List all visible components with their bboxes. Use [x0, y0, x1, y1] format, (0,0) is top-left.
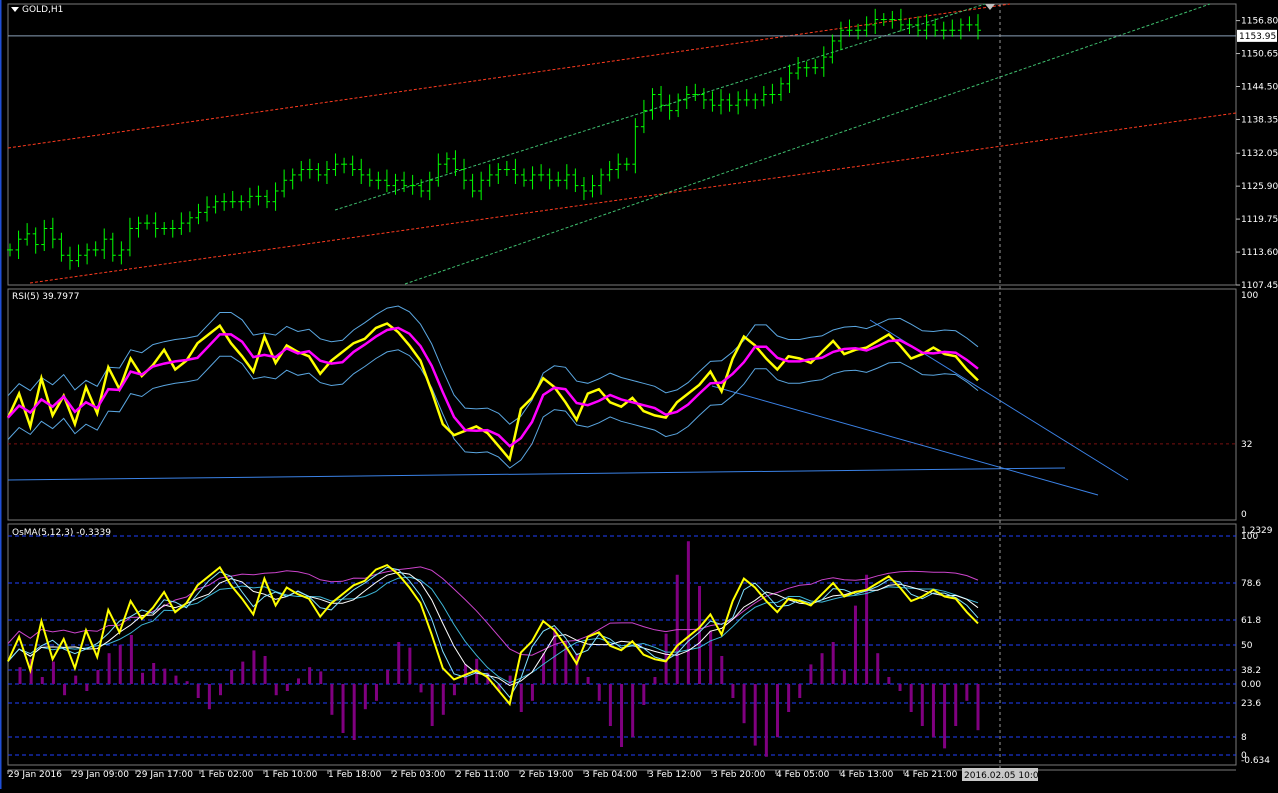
rsi-panel-label: RSI(5) 39.7977: [12, 292, 80, 302]
osma-tick-label: 61.8: [1241, 616, 1261, 626]
time-tick-label: 1 Feb 02:00: [200, 770, 254, 780]
osma-tick-label: 8: [1241, 733, 1247, 743]
time-tick-label: 3 Feb 04:00: [584, 770, 638, 780]
osma-tick-label: 78.6: [1241, 579, 1261, 589]
price-tick-label: 1119.75: [1241, 215, 1278, 225]
price-tick-label: 1125.90: [1241, 182, 1278, 192]
osma-tick-label: 0.00: [1241, 680, 1261, 690]
time-tick-label: 1 Feb 10:00: [264, 770, 318, 780]
osma-tick-label: -0.634: [1241, 756, 1270, 766]
time-tick-label: 4 Feb 05:00: [776, 770, 830, 780]
price-tick-label: 1113.60: [1241, 248, 1278, 258]
time-tick-label: 4 Feb 21:00: [904, 770, 958, 780]
cursor-time-label: 2016.02.05 10:00: [964, 771, 1045, 781]
time-tick-label: 3 Feb 12:00: [648, 770, 702, 780]
time-tick-label: 3 Feb 20:00: [712, 770, 766, 780]
current-price-label: 1153.95: [1239, 32, 1276, 42]
price-tick-label: 1107.45: [1241, 281, 1278, 291]
price-tick-label: 1138.35: [1241, 115, 1278, 125]
price-panel-title: GOLD,H1: [22, 5, 64, 15]
time-tick-label: 29 Jan 2016: [8, 770, 62, 780]
panel-frame: [7, 3, 1237, 286]
osma-tick-label: 100: [1241, 532, 1258, 542]
osma-panel-label: OsMA(5,12,3) -0.3339: [12, 528, 111, 538]
osma-tick-label: 50: [1241, 641, 1253, 651]
price-tick-label: 1144.50: [1241, 83, 1278, 93]
time-tick-label: 2 Feb 03:00: [392, 770, 446, 780]
time-tick-label: 2 Feb 11:00: [456, 770, 510, 780]
collapse-triangle-icon[interactable]: [11, 7, 19, 12]
osma-tick-label: 23.6: [1241, 699, 1261, 709]
chart-canvas[interactable]: 1156.80 1150.65 1144.50 1138.35 1132.05 1125.…: [0, 0, 1278, 789]
chart-window: 1156.80 1150.65 1144.50 1138.35 1132.05 1125.…: [0, 0, 1278, 789]
rsi-tick-label: 32: [1241, 440, 1252, 450]
price-tick-label: 1156.80: [1241, 17, 1278, 27]
time-tick-label: 4 Feb 13:00: [840, 770, 894, 780]
price-tick-label: 1150.65: [1241, 50, 1278, 60]
time-tick-label: 2 Feb 19:00: [520, 770, 574, 780]
osma-tick-label: 38.2: [1241, 666, 1261, 676]
time-tick-label: 29 Jan 09:00: [72, 770, 129, 780]
rsi-tick-label: 100: [1241, 291, 1258, 301]
rsi-tick-label: 0: [1241, 510, 1247, 520]
price-tick-label: 1132.05: [1241, 149, 1278, 159]
time-tick-label: 29 Jan 17:00: [136, 770, 193, 780]
time-tick-label: 1 Feb 18:00: [328, 770, 382, 780]
